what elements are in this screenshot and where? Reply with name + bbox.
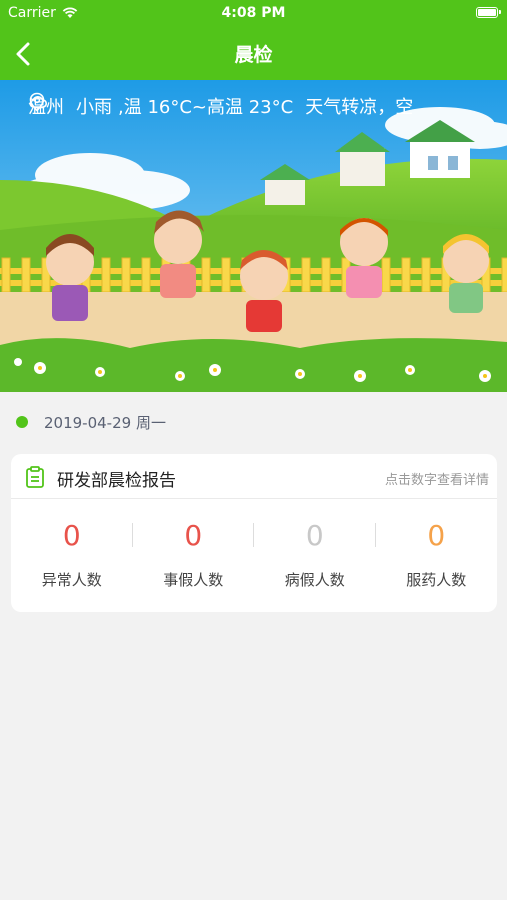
stat-sick-leave-count[interactable]: 0	[254, 519, 376, 552]
morning-check-report-card: 研发部晨检报告 点击数字查看详情 0 异常人数 0 事假人数 0 病假人数 0 …	[11, 454, 497, 612]
weather-tip: 天气转凉，空	[305, 97, 414, 118]
stats-row: 0 异常人数 0 事假人数 0 病假人数 0 服药人数	[11, 499, 497, 611]
stat-personal-leave[interactable]: 0 事假人数	[133, 499, 255, 611]
stat-abnormal-count[interactable]: 0	[11, 519, 133, 552]
stat-medication-count[interactable]: 0	[376, 519, 498, 552]
stat-personal-leave-label: 事假人数	[163, 571, 224, 589]
card-header: 研发部晨检报告 点击数字查看详情	[11, 454, 497, 499]
status-bar: Carrier 4:08 PM	[0, 0, 507, 28]
date-label: 2019-04-29 周一	[44, 413, 166, 432]
status-time: 4:08 PM	[221, 5, 286, 21]
stat-medication-label: 服药人数	[406, 571, 467, 589]
status-dot	[16, 416, 28, 428]
report-title: 研发部晨检报告	[57, 471, 176, 491]
stat-abnormal[interactable]: 0 异常人数	[11, 499, 133, 611]
weather-condition: 小雨	[76, 97, 112, 118]
stat-personal-leave-count[interactable]: 0	[133, 519, 255, 552]
weather-temperature: ,温 16°C~高温 23°C	[118, 97, 294, 118]
cloud-icon	[29, 96, 48, 108]
page-title: 晨检	[234, 44, 273, 66]
stat-abnormal-label: 异常人数	[41, 571, 102, 589]
date-row: 2019-04-29 周一	[16, 410, 166, 434]
banner-illustration	[0, 80, 507, 392]
weather-marquee: 温州 小雨 ,温 16°C~高温 23°C 天气转凉，空	[28, 92, 507, 120]
stat-sick-leave-label: 病假人数	[284, 571, 345, 589]
stat-sick-leave[interactable]: 0 病假人数	[254, 499, 376, 611]
details-hint: 点击数字查看详情	[384, 473, 489, 488]
battery-icon	[476, 7, 501, 18]
navigation-bar: 晨检	[0, 28, 507, 80]
clipboard-icon	[26, 466, 44, 488]
stat-medication[interactable]: 0 服药人数	[376, 499, 498, 611]
kindergarten-banner: 温州 小雨 ,温 16°C~高温 23°C 天气转凉，空	[0, 80, 507, 392]
